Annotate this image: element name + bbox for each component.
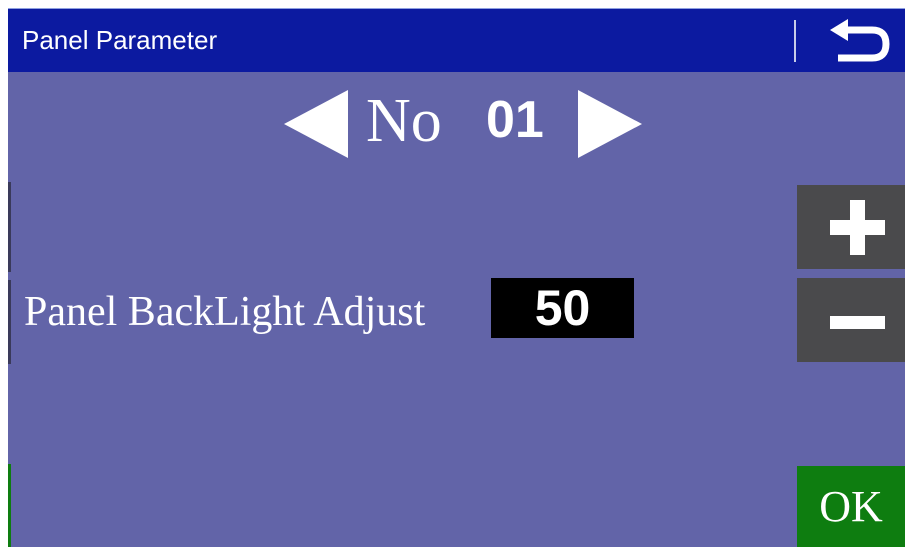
triangle-right-icon [578, 90, 642, 158]
left-edge-strip [8, 182, 11, 272]
decrease-button[interactable] [797, 278, 905, 362]
plus-icon-vertical [850, 200, 865, 255]
back-arrow-icon [830, 19, 890, 62]
title-divider [794, 20, 796, 62]
left-edge-strip [8, 464, 11, 547]
number-prefix: No [366, 87, 442, 155]
parameter-value[interactable]: 50 [491, 278, 634, 338]
panel-parameter-dialog: Panel Parameter No 01 Panel BackLight Ad… [8, 8, 905, 547]
back-button[interactable] [814, 17, 894, 65]
left-edge-strip [8, 280, 11, 364]
increase-button[interactable] [797, 185, 905, 269]
screen: Panel Parameter No 01 Panel BackLight Ad… [0, 0, 905, 547]
ok-button[interactable]: OK [797, 466, 905, 547]
next-number-button[interactable] [576, 90, 642, 158]
page-title: Panel Parameter [22, 25, 218, 55]
number-value: 01 [486, 91, 544, 149]
title-bar: Panel Parameter [8, 8, 905, 72]
number-navigator: No 01 [284, 84, 664, 164]
minus-icon [830, 316, 885, 329]
prev-number-button[interactable] [284, 90, 350, 158]
triangle-left-icon [284, 90, 348, 158]
parameter-label: Panel BackLight Adjust [24, 289, 426, 335]
